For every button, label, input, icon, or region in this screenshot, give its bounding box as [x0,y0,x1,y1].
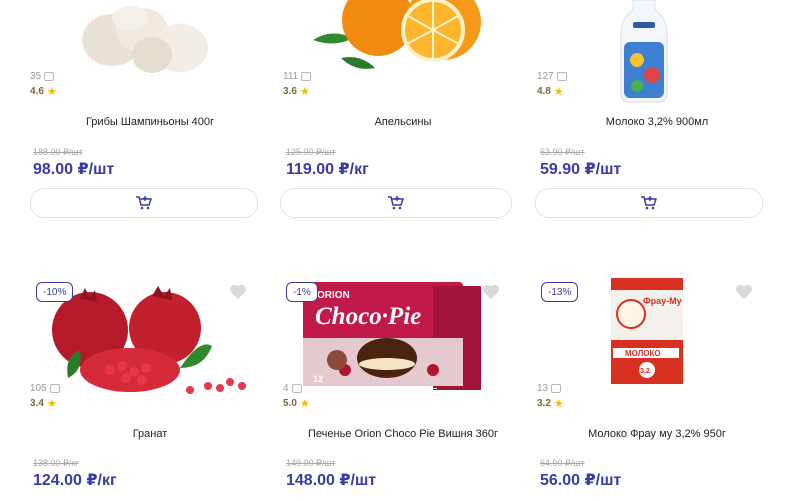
review-icon [44,71,55,81]
favorite-heart-icon[interactable] [229,284,247,300]
product-card[interactable]: Фрау-Му МОЛОКО 3,2 -13% 13 3.2 ★ Молоко Ф… [537,278,777,500]
reviews-count: 4 [283,382,289,394]
discount-badge: -1% [286,282,318,302]
product-price: 56.00 ₽/шт [540,472,622,489]
product-card[interactable]: ORION Choco·Pie 12 -1% 4 5.0 ★ Печенье Or… [283,278,523,500]
rating-value: 3.4 [30,398,44,409]
product-price: 124.00 ₽/кг [33,472,117,489]
review-icon [291,383,302,393]
old-price: 188.00 ₽/шт [33,147,83,157]
product-name[interactable]: Апельсины [283,116,523,128]
product-name[interactable]: Грибы Шампиньоны 400г [30,116,270,128]
star-icon: ★ [553,86,564,98]
box-count-text: 12 [313,374,323,384]
product-card[interactable]: -10% 105 3.4 ★ Гранат 138.00 ₽/кг 124.00 … [30,278,270,500]
favorite-heart-icon[interactable] [735,284,753,300]
old-price: 138.00 ₽/кг [33,458,79,468]
box-brand-text: ORION [317,290,350,301]
review-icon [551,383,562,393]
old-price: 63.90 ₽/шт [540,147,585,157]
star-icon: ★ [553,398,564,410]
product-price: 119.00 ₽/кг [286,161,369,178]
product-name[interactable]: Гранат [30,428,270,440]
pack-label-text: МОЛОКО [625,349,661,358]
product-name[interactable]: Молоко 3,2% 900мл [537,116,777,128]
rating-value: 4.8 [537,86,551,97]
reviews-count: 127 [537,70,554,82]
add-to-cart-icon [136,196,153,210]
star-icon: ★ [46,86,57,98]
rating-value: 4.6 [30,86,44,97]
review-icon [301,71,312,81]
star-icon: ★ [299,86,310,98]
star-icon: ★ [299,398,310,410]
favorite-heart-icon[interactable] [482,284,500,300]
rating-value: 3.2 [537,398,551,409]
product-card[interactable]: 35 4.6 ★ Грибы Шампиньоны 400г 188.00 ₽/ш… [30,0,270,220]
product-image-oranges[interactable] [283,0,523,85]
product-image-milk-bottle[interactable] [537,0,777,105]
pack-fat-text: 3,2 [640,368,650,375]
product-price: 148.00 ₽/шт [286,472,377,489]
pack-brand-text: Фрау-Му [643,296,682,306]
old-price: 125.00 ₽/шт [286,147,336,157]
add-to-cart-button[interactable] [30,188,258,218]
rating-value: 5.0 [283,398,297,409]
reviews-count: 13 [537,382,549,394]
star-icon: ★ [46,398,57,410]
product-price: 59.90 ₽/шт [540,161,622,178]
old-price: 149.00 ₽/шт [286,458,336,468]
discount-badge: -13% [541,282,579,302]
product-card[interactable]: 111 3.6 ★ Апельсины 125.00 ₽/шт 119.00 ₽/… [280,0,523,220]
old-price: 64.00 ₽/шт [540,458,585,468]
discount-badge: -10% [36,282,74,302]
box-title-text: Choco·Pie [315,303,421,330]
add-to-cart-button[interactable] [280,188,512,218]
product-image-mushrooms[interactable] [30,0,270,80]
add-to-cart-icon [641,196,658,210]
rating-value: 3.6 [283,86,297,97]
add-to-cart-button[interactable] [535,188,763,218]
reviews-count: 111 [283,70,299,82]
review-icon [49,383,60,393]
product-card[interactable]: 127 4.8 ★ Молоко 3,2% 900мл 63.90 ₽/шт 59… [535,0,777,220]
product-price: 98.00 ₽/шт [33,161,115,178]
product-name[interactable]: Печенье Orion Choco Pie Вишня 360г [283,428,523,440]
review-icon [556,71,567,81]
reviews-count: 35 [30,70,42,82]
reviews-count: 105 [30,382,47,394]
product-name[interactable]: Молоко Фрау му 3,2% 950г [537,428,777,440]
add-to-cart-icon [388,196,405,210]
